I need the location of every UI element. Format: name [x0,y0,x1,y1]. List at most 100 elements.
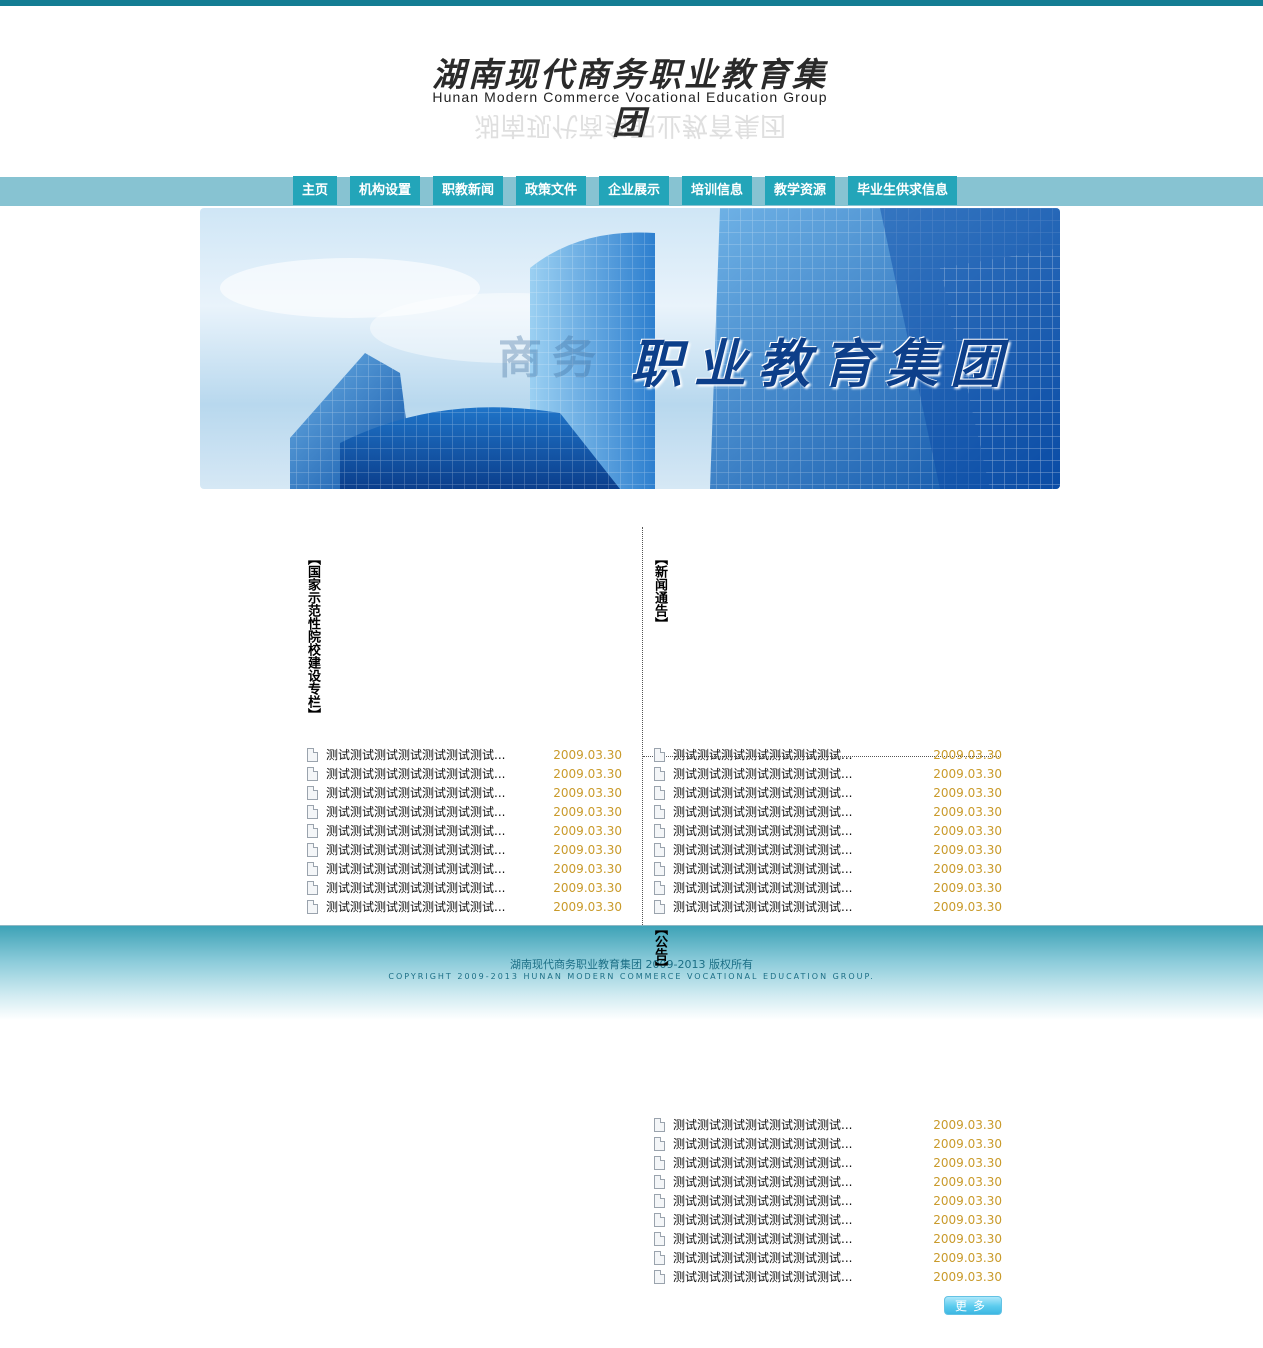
list-item-title[interactable]: 测试测试测试测试测试测试测试... [673,879,852,898]
list-item-title[interactable]: 测试测试测试测试测试测试测试... [326,765,505,784]
list-item-title[interactable]: 测试测试测试测试测试测试测试... [326,898,505,917]
list-item-date: 2009.03.30 [933,1232,1002,1246]
list-item-date: 2009.03.30 [933,900,1002,914]
list-item[interactable]: 测试测试测试测试测试测试测试... 2009.03.30 [654,860,1002,879]
list-item[interactable]: 测试测试测试测试测试测试测试... 2009.03.30 [307,898,622,917]
nav-item-graduate-employment[interactable]: 毕业生供求信息 [848,176,957,205]
list-item-title[interactable]: 测试测试测试测试测试测试测试... [673,1192,852,1211]
document-icon [307,881,318,895]
list-item-title[interactable]: 测试测试测试测试测试测试测试... [673,1230,852,1249]
list-item-title[interactable]: 测试测试测试测试测试测试测试... [326,803,505,822]
logo-reflection-zh: 湖南现代商务职业教育集团 [473,110,786,140]
nav-item-enterprise-showcase[interactable]: 企业展示 [599,176,669,205]
document-icon [654,843,665,857]
nav-item-organization[interactable]: 机构设置 [350,176,420,205]
list-item[interactable]: 测试测试测试测试测试测试测试... 2009.03.30 [307,765,622,784]
logo-reflection: 湖南现代商务职业教育集团 Hunan Modern Commerce Vocat… [428,106,832,146]
list-item-title[interactable]: 测试测试测试测试测试测试测试... [673,1135,852,1154]
list-item[interactable]: 测试测试测试测试测试测试测试... 2009.03.30 [307,841,622,860]
list-item-date: 2009.03.30 [933,1270,1002,1284]
document-icon [307,862,318,876]
list-item-title[interactable]: 测试测试测试测试测试测试测试... [673,803,852,822]
list-item[interactable]: 测试测试测试测试测试测试测试... 2009.03.30 [307,822,622,841]
list-item-date: 2009.03.30 [933,1137,1002,1151]
document-icon [654,824,665,838]
list-item[interactable]: 测试测试测试测试测试测试测试... 2009.03.30 [654,898,1002,917]
list-item-date: 2009.03.30 [553,786,622,800]
list-item[interactable]: 测试测试测试测试测试测试测试... 2009.03.30 [654,765,1002,784]
list-item-title[interactable]: 测试测试测试测试测试测试测试... [326,841,505,860]
list-item[interactable]: 测试测试测试测试测试测试测试... 2009.03.30 [654,1116,1002,1135]
document-icon [654,1213,665,1227]
list-item[interactable]: 测试测试测试测试测试测试测试... 2009.03.30 [654,1249,1002,1268]
document-icon [307,900,318,914]
list-item[interactable]: 测试测试测试测试测试测试测试... 2009.03.30 [654,841,1002,860]
nav-item-teaching-resources[interactable]: 教学资源 [765,176,835,205]
list-item[interactable]: 测试测试测试测试测试测试测试... 2009.03.30 [654,879,1002,898]
section-heading-news: 【新闻通告】 [652,552,667,630]
list-item-title[interactable]: 测试测试测试测试测试测试测试... [326,746,505,765]
list-item-title[interactable]: 测试测试测试测试测试测试测试... [673,765,852,784]
list-item[interactable]: 测试测试测试测试测试测试测试... 2009.03.30 [307,879,622,898]
nav-item-policy-documents[interactable]: 政策文件 [516,176,586,205]
logo-reflection-en: Hunan Modern Commerce Vocational Educati… [428,106,832,109]
list-item[interactable]: 测试测试测试测试测试测试测试... 2009.03.30 [654,1154,1002,1173]
list-item-title[interactable]: 测试测试测试测试测试测试测试... [673,1249,852,1268]
list-item[interactable]: 测试测试测试测试测试测试测试... 2009.03.30 [654,1268,1002,1287]
list-item-title[interactable]: 测试测试测试测试测试测试测试... [673,784,852,803]
list-item-title[interactable]: 测试测试测试测试测试测试测试... [326,860,505,879]
list-item[interactable]: 测试测试测试测试测试测试测试... 2009.03.30 [307,746,622,765]
footer-copyright-en: COPYRIGHT 2009-2013 HUNAN MODERN COMMERC… [388,972,875,981]
list-item-title[interactable]: 测试测试测试测试测试测试测试... [673,1173,852,1192]
list-item[interactable]: 测试测试测试测试测试测试测试... 2009.03.30 [307,860,622,879]
list-item[interactable]: 测试测试测试测试测试测试测试... 2009.03.30 [307,784,622,803]
nav-item-home[interactable]: 主页 [293,176,337,205]
banner-ghost-text: 商务 [498,333,606,384]
document-icon [654,1118,665,1132]
column-divider [642,527,643,957]
document-icon [307,824,318,838]
list-item-title[interactable]: 测试测试测试测试测试测试测试... [673,1154,852,1173]
document-icon [307,805,318,819]
document-icon [654,900,665,914]
list-item[interactable]: 测试测试测试测试测试测试测试... 2009.03.30 [654,1173,1002,1192]
document-icon [654,881,665,895]
list-item-title[interactable]: 测试测试测试测试测试测试测试... [326,784,505,803]
list-item-title[interactable]: 测试测试测试测试测试测试测试... [326,879,505,898]
list-item-date: 2009.03.30 [553,862,622,876]
list-item[interactable]: 测试测试测试测试测试测试测试... 2009.03.30 [654,784,1002,803]
footer-top-line [0,925,1263,926]
list-item-title[interactable]: 测试测试测试测试测试测试测试... [673,898,852,917]
document-icon [654,1232,665,1246]
list-item[interactable]: 测试测试测试测试测试测试测试... 2009.03.30 [654,1211,1002,1230]
list-item[interactable]: 测试测试测试测试测试测试测试... 2009.03.30 [654,746,1002,765]
list-item[interactable]: 测试测试测试测试测试测试测试... 2009.03.30 [307,803,622,822]
list-item-title[interactable]: 测试测试测试测试测试测试测试... [673,746,852,765]
list-item[interactable]: 测试测试测试测试测试测试测试... 2009.03.30 [654,1192,1002,1211]
list-item[interactable]: 测试测试测试测试测试测试测试... 2009.03.30 [654,822,1002,841]
list-item-title[interactable]: 测试测试测试测试测试测试测试... [673,1268,852,1287]
list-item-title[interactable]: 测试测试测试测试测试测试测试... [673,1116,852,1135]
document-icon [654,862,665,876]
list-item-date: 2009.03.30 [553,843,622,857]
list-item-title[interactable]: 测试测试测试测试测试测试测试... [673,1211,852,1230]
nav-item-vocational-news[interactable]: 职教新闻 [433,176,503,205]
list-item[interactable]: 测试测试测试测试测试测试测试... 2009.03.30 [654,1135,1002,1154]
list-item-date: 2009.03.30 [933,805,1002,819]
document-icon [654,1175,665,1189]
list-item-title[interactable]: 测试测试测试测试测试测试测试... [673,841,852,860]
list-item-date: 2009.03.30 [933,824,1002,838]
list-item-date: 2009.03.30 [933,1175,1002,1189]
document-icon [307,786,318,800]
nav-item-training-info[interactable]: 培训信息 [682,176,752,205]
list-item-date: 2009.03.30 [553,748,622,762]
list-item-date: 2009.03.30 [933,767,1002,781]
list-item-title[interactable]: 测试测试测试测试测试测试测试... [673,860,852,879]
more-button-notice[interactable]: 更多 [944,1296,1002,1315]
document-icon [654,805,665,819]
list-item-title[interactable]: 测试测试测试测试测试测试测试... [326,822,505,841]
document-icon [654,1270,665,1284]
list-item-title[interactable]: 测试测试测试测试测试测试测试... [673,822,852,841]
list-item[interactable]: 测试测试测试测试测试测试测试... 2009.03.30 [654,803,1002,822]
list-item[interactable]: 测试测试测试测试测试测试测试... 2009.03.30 [654,1230,1002,1249]
